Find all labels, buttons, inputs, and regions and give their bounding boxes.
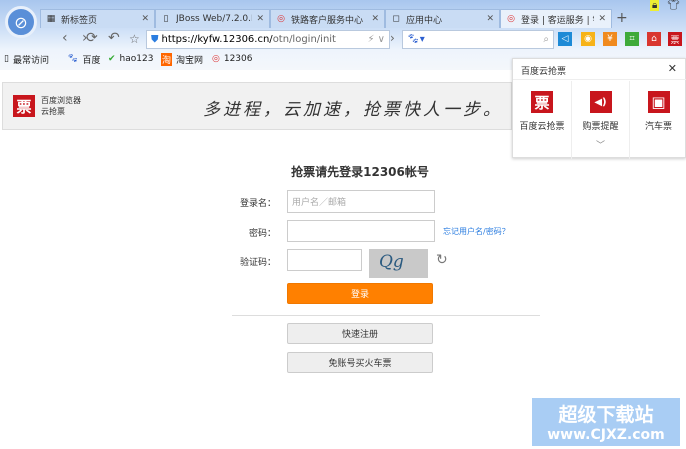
undo-icon[interactable]: ↶ bbox=[108, 30, 120, 48]
watermark: 超级下载站 www.CJXZ.com bbox=[532, 398, 680, 446]
chevron-down-icon[interactable]: ﹀ bbox=[572, 138, 629, 151]
password-input[interactable] bbox=[287, 220, 435, 242]
taobao-icon: 淘 bbox=[161, 52, 173, 66]
username-label: 登录名： bbox=[239, 199, 276, 209]
browser-logo-icon[interactable]: ⊘ bbox=[5, 6, 37, 38]
close-icon[interactable]: ✕ bbox=[371, 14, 379, 24]
new-tab-button[interactable]: + bbox=[616, 10, 628, 26]
ticket-icon[interactable]: 票 bbox=[668, 32, 682, 46]
username-input[interactable]: 用户名／邮箱 bbox=[287, 190, 435, 213]
window-controls: 🔒︎ 👕︎ bbox=[649, 0, 680, 11]
tab-app-center[interactable]: ◻ 应用中心 ✕ bbox=[385, 9, 500, 28]
bookmark-hao123[interactable]: ✔ hao123 bbox=[108, 52, 153, 66]
baidu-icon: 🐾︎ bbox=[67, 54, 79, 64]
buy-without-account-button[interactable]: 免账号买火车票 bbox=[287, 352, 433, 373]
close-icon[interactable]: ✕ bbox=[486, 14, 494, 24]
ticket-icon: 票 bbox=[531, 91, 553, 113]
tab-new[interactable]: ▦ 新标签页 ✕ bbox=[40, 9, 155, 28]
baidu-paw-icon: 🐾︎▾ bbox=[407, 34, 425, 45]
bus-icon: ▣ bbox=[647, 91, 670, 113]
search-icon[interactable]: ⌕ bbox=[543, 34, 549, 45]
12306-icon: ◎ bbox=[212, 54, 220, 64]
address-bar[interactable]: ⛊ https://kyfw.12306.cn/otn/login/init ⚡ ∨ bbox=[146, 30, 390, 49]
dropdown-icon[interactable]: ⚡ ∨ bbox=[367, 34, 389, 45]
refresh-captcha-icon[interactable]: ↻ bbox=[436, 252, 448, 268]
home-icon[interactable]: ⌂ bbox=[647, 32, 661, 46]
divider bbox=[232, 315, 540, 316]
shirt-icon[interactable]: 👕︎ bbox=[667, 0, 680, 11]
lock-icon[interactable]: 🔒︎ bbox=[649, 0, 660, 11]
tab-login[interactable]: ◎ 登录 | 客运服务 | 铁 ✕ bbox=[500, 9, 612, 28]
close-icon[interactable]: ✕ bbox=[256, 14, 264, 24]
brand: 百度浏览器 云抢票 bbox=[41, 96, 81, 116]
star-icon[interactable]: ☆ bbox=[129, 32, 140, 50]
register-button[interactable]: 快速注册 bbox=[287, 323, 433, 344]
cloud-ticket-popup: 百度云抢票 ✕ 票百度云抢票 ◀) 购票提醒 ﹀ ▣ 汽车票 bbox=[512, 58, 686, 159]
popup-title: 百度云抢票 bbox=[521, 67, 567, 77]
12306-icon: ◎ bbox=[507, 14, 515, 24]
ticket-logo-icon: 票 bbox=[13, 95, 35, 117]
slogan: 多进程，云加速，抢票快人一步。 bbox=[203, 100, 503, 120]
crop-icon[interactable]: ⌗ bbox=[625, 32, 639, 46]
bookmark-12306[interactable]: ◎ 12306 bbox=[212, 52, 253, 66]
banner: 票 百度浏览器 云抢票 多进程，云加速，抢票快人一步。 bbox=[2, 82, 512, 130]
back-icon[interactable]: ‹ bbox=[62, 30, 68, 48]
grid-icon: ▦ bbox=[46, 14, 56, 24]
close-icon[interactable]: ✕ bbox=[668, 62, 677, 75]
popup-item-ticket-reminder[interactable]: ◀) 购票提醒 ﹀ bbox=[571, 81, 629, 159]
bookmark-taobao[interactable]: 淘淘宝网 bbox=[161, 52, 203, 66]
close-icon[interactable]: ✕ bbox=[141, 14, 149, 24]
page-icon: ▯ bbox=[4, 54, 9, 64]
page-icon: ▯ bbox=[163, 14, 169, 24]
login-title: 抢票请先登录12306帐号 bbox=[291, 165, 429, 179]
popup-item-cloud-ticket[interactable]: 票百度云抢票 bbox=[513, 81, 571, 159]
speaker-icon: ◀) bbox=[589, 91, 612, 113]
close-icon[interactable]: ✕ bbox=[598, 14, 606, 24]
search-input[interactable]: 🐾︎▾ ⌕ bbox=[402, 30, 554, 49]
refresh-icon[interactable]: ⟳ bbox=[86, 30, 98, 48]
ext-icon[interactable]: ◁ bbox=[558, 32, 572, 46]
yen-icon[interactable]: ¥ bbox=[603, 32, 617, 46]
go-icon[interactable]: › bbox=[390, 31, 395, 49]
12306-icon: ◎ bbox=[277, 14, 285, 24]
password-label: 密码： bbox=[248, 229, 276, 239]
shield-icon: ⛊ bbox=[151, 34, 159, 45]
login-button[interactable]: 登录 bbox=[287, 283, 433, 304]
captcha-label: 验证码： bbox=[239, 258, 276, 268]
popup-item-bus-ticket[interactable]: ▣ 汽车票 bbox=[629, 81, 686, 159]
bookmark-most-visited[interactable]: ▯ 最常访问 bbox=[4, 52, 49, 66]
tab-railway[interactable]: ◎ 铁路客户服务中心 ✕ bbox=[270, 9, 385, 28]
captcha-image[interactable]: Qg bbox=[369, 249, 428, 278]
bookmark-baidu[interactable]: 🐾︎ 百度 bbox=[67, 52, 100, 66]
weibo-icon[interactable]: ◉ bbox=[581, 32, 595, 46]
bag-icon: ◻ bbox=[392, 14, 400, 24]
forgot-link[interactable]: 忘记用户名/密码？ bbox=[443, 226, 510, 237]
check-icon: ✔ bbox=[108, 54, 116, 64]
tab-jboss[interactable]: ▯ JBoss Web/7.2.0.F ✕ bbox=[155, 9, 270, 28]
captcha-input[interactable] bbox=[287, 249, 362, 271]
